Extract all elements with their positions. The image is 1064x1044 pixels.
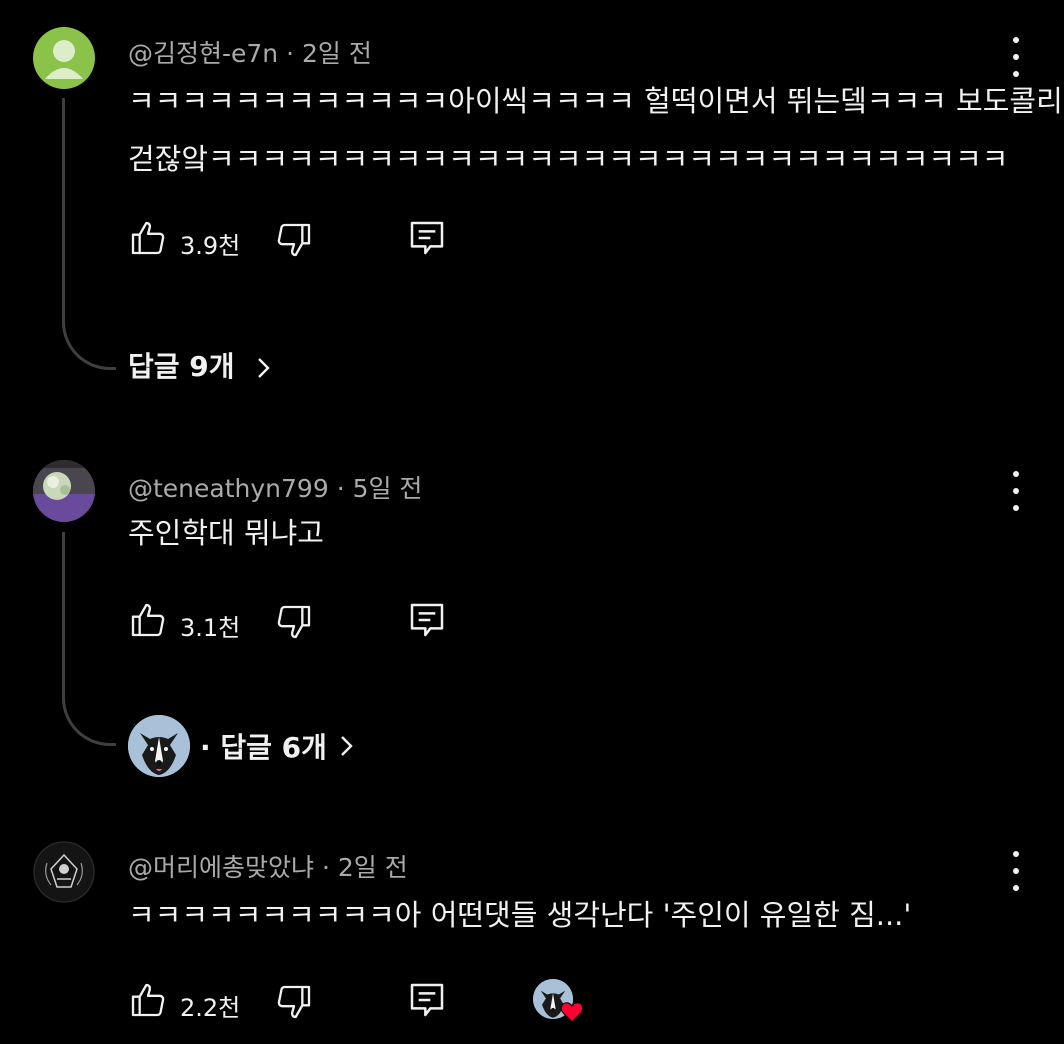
comment-icon: [410, 983, 444, 1017]
replies-toggle[interactable]: 답글 9개: [128, 345, 274, 385]
chevron-right-icon: [341, 736, 353, 756]
dislike-button[interactable]: [274, 220, 314, 264]
comment-text: 주인학대 뭐냐고: [128, 504, 324, 562]
thumb-up-icon: [131, 603, 165, 637]
more-vert-icon[interactable]: [1006, 851, 1026, 891]
comment-meta: @teneathyn799 · 5일 전: [128, 469, 422, 505]
reply-button[interactable]: [407, 600, 447, 644]
timestamp[interactable]: · 2일 전: [286, 39, 372, 68]
author-name[interactable]: @김정현-e7n: [128, 39, 278, 68]
task-force-logo: [33, 841, 95, 903]
more-vert-icon[interactable]: [1006, 37, 1026, 77]
thumb-down-icon: [277, 985, 311, 1019]
dislike-button[interactable]: [274, 602, 314, 646]
comment-meta: @김정현-e7n · 2일 전: [128, 34, 372, 70]
comment-meta: @머리에총맞았냐 · 2일 전: [128, 848, 408, 884]
comment-text-line: 주인학대 뭐냐고: [128, 516, 324, 550]
author-name[interactable]: @머리에총맞았냐: [128, 853, 314, 882]
creator-avatar: [128, 715, 190, 777]
replies-toggle[interactable]: · 답글 6개: [128, 714, 688, 778]
like-button[interactable]: [128, 600, 168, 644]
reply-button[interactable]: [407, 218, 447, 262]
comment-text: ㅋㅋㅋㅋㅋㅋㅋㅋㅋㅋㅋㅋ아이씩ㅋㅋㅋㅋ 헐떡이면서 뛰는뎈ㅋㅋㅋ 보도콜리 걷잖…: [128, 72, 1063, 188]
comment-text-line: ㅋㅋㅋㅋㅋㅋㅋㅋㅋㅋ아 어떤댓들 생각난다 '주인이 유일한 짐...': [128, 898, 912, 932]
author-name[interactable]: @teneathyn799: [128, 474, 329, 503]
comment-icon: [410, 603, 444, 637]
avatar[interactable]: [33, 27, 95, 89]
avatar[interactable]: [33, 841, 95, 903]
chevron-right-icon: [258, 358, 270, 378]
reply-button[interactable]: [407, 980, 447, 1024]
like-button[interactable]: [128, 218, 168, 262]
like-button[interactable]: [128, 980, 168, 1024]
comment-text-line: 걷잖앜ㅋㅋㅋㅋㅋㅋㅋㅋㅋㅋㅋㅋㅋㅋㅋㅋㅋㅋㅋㅋㅋㅋㅋㅋㅋㅋㅋㅋㅋㅋ: [128, 142, 1009, 176]
like-count: 3.9천: [180, 232, 241, 260]
dog-avatar-icon: [128, 715, 190, 777]
comment-text: ㅋㅋㅋㅋㅋㅋㅋㅋㅋㅋ아 어떤댓들 생각난다 '주인이 유일한 짐...': [128, 886, 911, 944]
thread-line: [62, 98, 116, 370]
creator-heart: [533, 979, 585, 1027]
thumb-down-icon: [277, 223, 311, 257]
timestamp[interactable]: · 5일 전: [337, 474, 423, 503]
like-count: 2.2천: [180, 994, 241, 1022]
like-count: 3.1천: [180, 614, 241, 642]
dislike-button[interactable]: [274, 982, 314, 1026]
replies-count: · 답글 6개: [200, 731, 327, 764]
replies-count: 답글 9개: [128, 350, 235, 383]
comment-icon: [410, 221, 444, 255]
thumb-up-icon: [131, 983, 165, 1017]
more-vert-icon[interactable]: [1006, 471, 1026, 511]
thumb-up-icon: [131, 221, 165, 255]
comment-text-line: ㅋㅋㅋㅋㅋㅋㅋㅋㅋㅋㅋㅋ아이씩ㅋㅋㅋㅋ 헐떡이면서 뛰는뎈ㅋㅋㅋ 보도콜리: [128, 84, 1063, 118]
default-user-icon: [45, 40, 83, 79]
avatar-photo: [33, 460, 95, 522]
avatar[interactable]: [33, 460, 95, 522]
thumb-down-icon: [277, 605, 311, 639]
thread-line: [62, 532, 116, 746]
heart-icon: [560, 1002, 584, 1023]
timestamp[interactable]: · 2일 전: [322, 853, 408, 882]
